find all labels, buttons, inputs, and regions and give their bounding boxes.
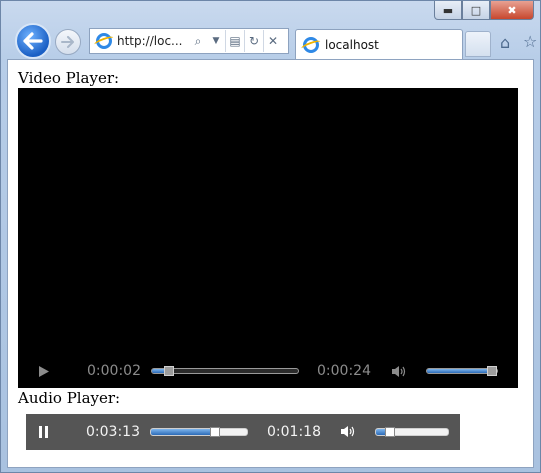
- audio-seek-thumb[interactable]: [209, 427, 220, 437]
- forward-arrow-icon: [61, 36, 74, 48]
- back-arrow-icon: [23, 32, 43, 50]
- dropdown-icon[interactable]: ▼: [207, 30, 225, 52]
- tab-localhost[interactable]: localhost: [295, 29, 463, 59]
- close-button[interactable]: ✖: [490, 1, 534, 20]
- minimize-icon: ▬: [442, 3, 454, 17]
- video-player[interactable]: 0:00:02 0:00:24: [18, 88, 518, 388]
- maximize-icon: □: [470, 3, 482, 17]
- search-icon[interactable]: ⌕: [189, 30, 207, 52]
- volume-icon[interactable]: [391, 365, 406, 378]
- audio-volume-icon[interactable]: [340, 425, 355, 438]
- video-controls: 0:00:02 0:00:24: [18, 354, 518, 388]
- address-input[interactable]: http://loc...: [117, 34, 189, 48]
- video-volume-thumb[interactable]: [487, 366, 498, 376]
- star-icon[interactable]: ☆: [523, 32, 537, 51]
- play-icon[interactable]: [38, 365, 50, 378]
- pause-icon[interactable]: [39, 426, 49, 438]
- audio-seek-bar[interactable]: [150, 428, 248, 436]
- video-volume-fill: [427, 369, 492, 373]
- stop-icon[interactable]: ✕: [263, 30, 282, 52]
- window-controls: ▬ □ ✖: [434, 1, 534, 20]
- compat-view-icon[interactable]: ▤: [225, 30, 244, 52]
- video-seek-thumb[interactable]: [163, 366, 174, 376]
- address-bar[interactable]: http://loc... ⌕ ▼ ▤ ↻ ✕: [89, 28, 289, 54]
- minimize-button[interactable]: ▬: [434, 1, 462, 20]
- browser-window: ▬ □ ✖ http://loc... ⌕ ▼ ▤ ↻ ✕ localhost …: [0, 0, 541, 473]
- audio-volume-thumb[interactable]: [384, 427, 395, 437]
- close-icon: ✖: [507, 3, 517, 17]
- audio-progress-fill: [151, 429, 215, 435]
- new-tab-button[interactable]: [465, 31, 491, 57]
- refresh-icon[interactable]: ↻: [244, 30, 263, 52]
- home-icon[interactable]: ⌂: [500, 33, 510, 52]
- ie-icon: [96, 33, 112, 49]
- page-content: Video Player: 0:00:02 0:00:24 Audio Play…: [7, 59, 534, 468]
- audio-label: Audio Player:: [18, 389, 121, 407]
- video-label: Video Player:: [18, 69, 120, 87]
- video-current-time: 0:00:02: [87, 363, 141, 379]
- audio-player[interactable]: 0:03:13 0:01:18: [26, 414, 460, 450]
- tab-ie-icon: [303, 36, 319, 53]
- video-duration: 0:00:24: [317, 363, 371, 379]
- audio-remaining-time: 0:01:18: [267, 424, 321, 440]
- audio-current-time: 0:03:13: [86, 424, 140, 440]
- back-button[interactable]: [15, 23, 51, 59]
- forward-button[interactable]: [55, 29, 81, 55]
- maximize-button[interactable]: □: [462, 1, 490, 20]
- tab-title: localhost: [325, 37, 379, 52]
